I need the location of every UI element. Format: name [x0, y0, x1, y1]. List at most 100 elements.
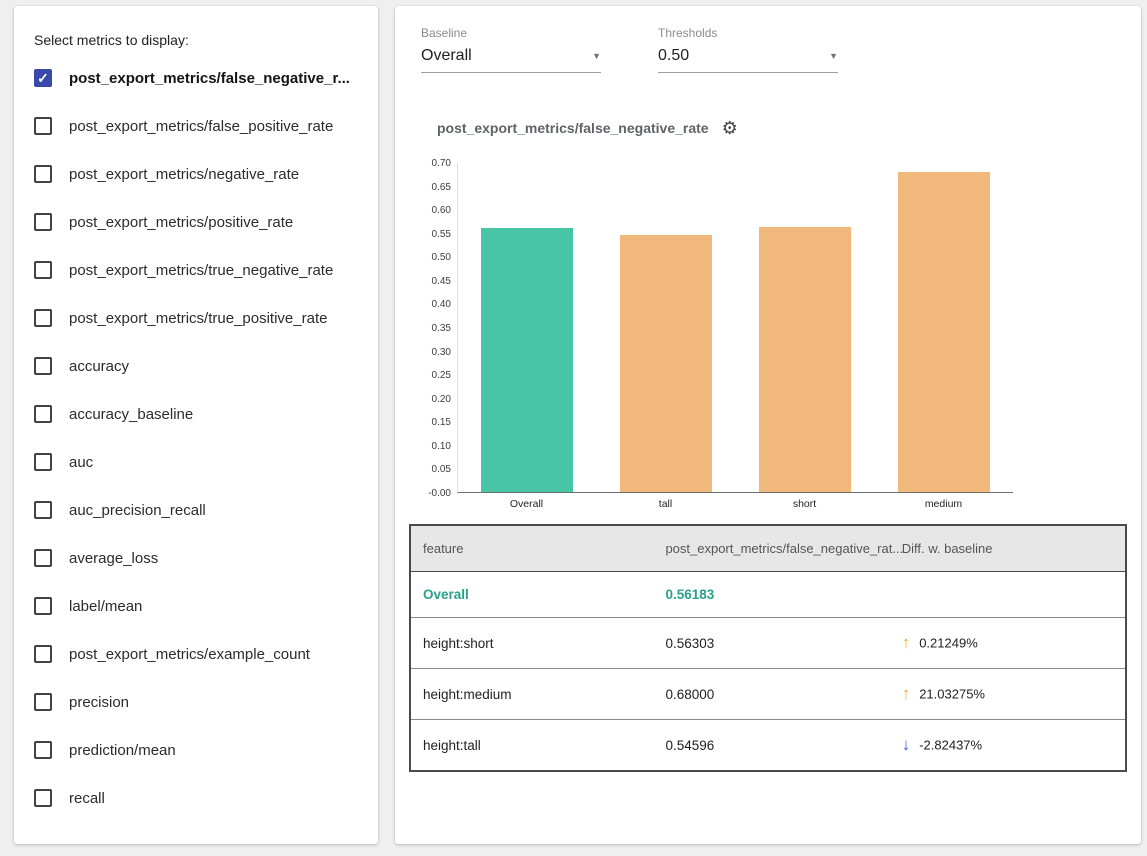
- metric-item-auc[interactable]: auc: [34, 438, 358, 486]
- thresholds-control: Thresholds 0.50 ▼: [658, 26, 838, 73]
- table-header: featurepost_export_metrics/false_negativ…: [410, 525, 1126, 572]
- metric-item-post-export-metrics-negative-rate[interactable]: post_export_metrics/negative_rate: [34, 150, 358, 198]
- metric-item-label: auc_precision_recall: [69, 502, 206, 519]
- metric-item-precision[interactable]: precision: [34, 678, 358, 726]
- metric-item-auc-precision-recall[interactable]: auc_precision_recall: [34, 486, 358, 534]
- metric-item-label: average_loss: [69, 550, 158, 567]
- y-axis-tick-label: 0.30: [432, 347, 451, 358]
- checkbox-checked-icon[interactable]: ✓: [34, 69, 52, 87]
- metric-item-label: accuracy: [69, 358, 129, 375]
- baseline-select[interactable]: Overall ▼: [421, 47, 601, 73]
- x-axis-labels: Overalltallshortmedium: [457, 498, 1013, 510]
- y-axis-tick-label: 0.55: [432, 229, 451, 240]
- metric-item-label-mean[interactable]: label/mean: [34, 582, 358, 630]
- y-axis-tick-label: -0.00: [428, 488, 451, 499]
- feature-cell: height:medium: [410, 669, 653, 720]
- bar-medium[interactable]: [898, 172, 990, 492]
- baseline-control: Baseline Overall ▼: [421, 26, 601, 73]
- bar-slot: [874, 163, 1013, 492]
- diff-value: 0.21249%: [919, 636, 978, 651]
- checkbox-unchecked-icon[interactable]: [34, 261, 52, 279]
- arrow-down-icon: ↓: [902, 735, 911, 754]
- table-row-height-short: height:short0.56303 ↑ 0.21249%: [410, 618, 1126, 669]
- metric-item-label: post_export_metrics/negative_rate: [69, 166, 299, 183]
- thresholds-select[interactable]: 0.50 ▼: [658, 47, 838, 73]
- metric-item-label: post_export_metrics/true_negative_rate: [69, 262, 333, 279]
- gear-icon[interactable]: ⚙: [722, 119, 738, 137]
- checkbox-unchecked-icon[interactable]: [34, 501, 52, 519]
- checkbox-unchecked-icon[interactable]: [34, 213, 52, 231]
- bar-short[interactable]: [759, 227, 851, 492]
- metric-item-label: post_export_metrics/positive_rate: [69, 214, 293, 231]
- checkbox-unchecked-icon[interactable]: [34, 165, 52, 183]
- controls-row: Baseline Overall ▼ Thresholds 0.50 ▼: [421, 26, 1127, 73]
- x-axis-label: short: [735, 498, 874, 510]
- table-header-cell: post_export_metrics/false_negative_rat..…: [653, 525, 889, 572]
- x-axis-label: Overall: [457, 498, 596, 510]
- x-axis-label: tall: [596, 498, 735, 510]
- checkbox-unchecked-icon[interactable]: [34, 405, 52, 423]
- metric-item-prediction-mean[interactable]: prediction/mean: [34, 726, 358, 774]
- metric-item-post-export-metrics-false-positive-rate[interactable]: post_export_metrics/false_positive_rate: [34, 102, 358, 150]
- checkbox-unchecked-icon[interactable]: [34, 789, 52, 807]
- metric-item-post-export-metrics-true-positive-rate[interactable]: post_export_metrics/true_positive_rate: [34, 294, 358, 342]
- chart-title: post_export_metrics/false_negative_rate: [437, 120, 709, 136]
- metrics-table: featurepost_export_metrics/false_negativ…: [409, 524, 1127, 772]
- diff-cell: ↑21.03275%: [890, 669, 1126, 720]
- baseline-selected-value: Overall: [421, 47, 472, 65]
- table-body: Overall0.56183height:short0.56303 ↑ 0.2124…: [410, 572, 1126, 772]
- table-row-height-medium: height:medium0.68000↑21.03275%: [410, 669, 1126, 720]
- chevron-down-icon: ▼: [829, 51, 838, 61]
- metric-value-cell: 0.68000: [653, 669, 889, 720]
- table-row-overall: Overall0.56183: [410, 572, 1126, 618]
- checkbox-unchecked-icon[interactable]: [34, 453, 52, 471]
- metric-item-accuracy-baseline[interactable]: accuracy_baseline: [34, 390, 358, 438]
- thresholds-label: Thresholds: [658, 26, 838, 40]
- checkbox-unchecked-icon[interactable]: [34, 597, 52, 615]
- diff-cell: ↓-2.82437%: [890, 720, 1126, 772]
- thresholds-selected-value: 0.50: [658, 47, 689, 65]
- metric-item-average-loss[interactable]: average_loss: [34, 534, 358, 582]
- checkbox-unchecked-icon[interactable]: [34, 693, 52, 711]
- metric-select-title: Select metrics to display:: [34, 32, 358, 48]
- y-axis-tick-label: 0.25: [432, 370, 451, 381]
- feature-cell: height:tall: [410, 720, 653, 772]
- metric-item-accuracy[interactable]: accuracy: [34, 342, 358, 390]
- checkbox-unchecked-icon[interactable]: [34, 357, 52, 375]
- metric-item-post-export-metrics-false-negative-r[interactable]: ✓ post_export_metrics/false_negative_r...: [34, 54, 358, 102]
- metric-item-label: precision: [69, 694, 129, 711]
- arrow-up-icon: ↑: [902, 633, 911, 652]
- y-axis-tick-label: 0.50: [432, 252, 451, 263]
- table-row-height-tall: height:tall0.54596↓-2.82437%: [410, 720, 1126, 772]
- metric-list: ✓ post_export_metrics/false_negative_r...…: [34, 54, 358, 822]
- metric-item-recall[interactable]: recall: [34, 774, 358, 822]
- metric-item-post-export-metrics-example-count[interactable]: post_export_metrics/example_count: [34, 630, 358, 678]
- bar-tall[interactable]: [620, 235, 712, 492]
- chevron-down-icon: ▼: [592, 51, 601, 61]
- bar-slot: [458, 163, 597, 492]
- checkbox-unchecked-icon[interactable]: [34, 741, 52, 759]
- feature-cell: height:short: [410, 618, 653, 669]
- metric-item-label: post_export_metrics/false_negative_r...: [69, 70, 350, 87]
- y-axis: 0.700.650.600.550.500.450.400.350.300.25…: [421, 163, 457, 493]
- metric-item-label: post_export_metrics/example_count: [69, 646, 310, 663]
- metric-item-post-export-metrics-positive-rate[interactable]: post_export_metrics/positive_rate: [34, 198, 358, 246]
- metric-item-label: post_export_metrics/false_positive_rate: [69, 118, 333, 135]
- checkbox-unchecked-icon[interactable]: [34, 549, 52, 567]
- metric-value-cell: 0.56303: [653, 618, 889, 669]
- metric-item-label: prediction/mean: [69, 742, 176, 759]
- metric-item-post-export-metrics-true-negative-rate[interactable]: post_export_metrics/true_negative_rate: [34, 246, 358, 294]
- chart-header: post_export_metrics/false_negative_rate …: [437, 119, 1127, 137]
- y-axis-tick-label: 0.40: [432, 299, 451, 310]
- y-axis-tick-label: 0.35: [432, 323, 451, 334]
- metric-item-label: label/mean: [69, 598, 142, 615]
- y-axis-tick-label: 0.70: [432, 158, 451, 169]
- arrow-up-icon: ↑: [902, 684, 911, 703]
- metric-select-panel: Select metrics to display: ✓ post_export_…: [14, 6, 378, 844]
- checkbox-unchecked-icon[interactable]: [34, 117, 52, 135]
- table-header-cell: Diff. w. baseline: [890, 525, 1126, 572]
- checkbox-unchecked-icon[interactable]: [34, 645, 52, 663]
- bar-slot: [597, 163, 736, 492]
- bar-overall[interactable]: [481, 228, 573, 492]
- checkbox-unchecked-icon[interactable]: [34, 309, 52, 327]
